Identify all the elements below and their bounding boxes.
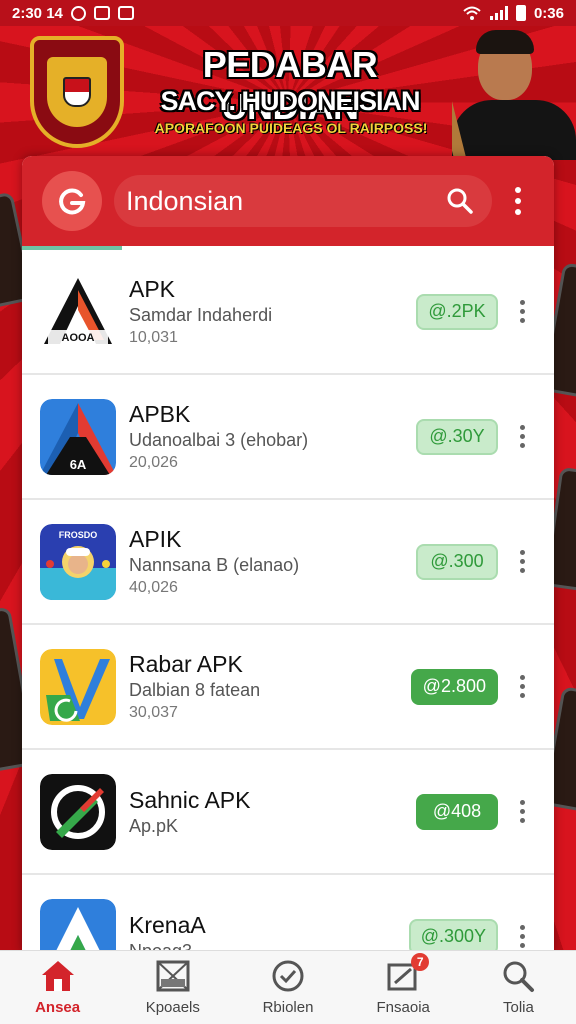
- apik-character-icon: FROSDO: [40, 523, 116, 600]
- krena-a-icon: [40, 898, 116, 952]
- banner-subtitle: SACY. HUDONEISIAN: [160, 86, 420, 116]
- nav-item-kpoaels[interactable]: Kpoaels: [115, 951, 230, 1024]
- nav-label: Kpoaels: [145, 999, 200, 1016]
- wifi-icon: [463, 6, 481, 20]
- app-count: 10,031: [129, 328, 178, 346]
- row-menu-icon[interactable]: [508, 794, 536, 830]
- notification-icon: [93, 6, 110, 20]
- list-item[interactable]: KrenaA Npoag3 @.300Y: [22, 875, 554, 952]
- overflow-menu-icon[interactable]: [498, 176, 538, 226]
- nav-label: Ansea: [35, 999, 81, 1016]
- status-time: 2:30 14: [12, 4, 63, 22]
- app-name: Rabar APK: [129, 650, 243, 677]
- row-menu-icon[interactable]: [508, 669, 536, 705]
- app-name: APBK: [129, 400, 191, 427]
- app-subtitle: Ap.pK: [129, 815, 179, 836]
- alarm-icon: [70, 5, 86, 21]
- edit-note-icon: 7: [385, 953, 430, 993]
- apk-red-a-icon: AOOA: [40, 273, 116, 350]
- app-store-panel: Indonsian AOOA APK Samdar Indaherdi 10,0…: [22, 156, 554, 952]
- app-subtitle: Nannsana B (elanao): [129, 554, 300, 575]
- notification-badge: 7: [411, 953, 430, 971]
- row-menu-icon[interactable]: [508, 919, 536, 953]
- apbk-blue-a-icon: 6A: [40, 398, 116, 475]
- app-count: 40,026: [129, 578, 178, 596]
- price-button[interactable]: @.300: [416, 543, 498, 580]
- app-list: AOOA APK Samdar Indaherdi 10,031 @.2PK 6…: [22, 250, 554, 952]
- battery-icon: [515, 5, 526, 21]
- svg-text:AOOA: AOOA: [62, 332, 95, 344]
- nav-label: Rbiolen: [262, 999, 314, 1016]
- bottom-navigation: Ansea Kpoaels Rbiolen 7 Fnsaoia Tolia: [0, 950, 576, 1024]
- price-button[interactable]: @.2PK: [416, 293, 498, 330]
- list-item[interactable]: 6A APBK Udanoalbai 3 (ehobar) 20,026 @.3…: [22, 375, 554, 500]
- app-name: KrenaA: [129, 911, 206, 938]
- sahnic-apk-icon: [40, 773, 116, 850]
- list-item[interactable]: Sahnic APK Ap.pK @408: [22, 750, 554, 875]
- app-subtitle: Udanoalbai 3 (ehobar): [129, 429, 309, 450]
- app-count: 20,026: [129, 453, 178, 471]
- app-name: APIK: [129, 525, 182, 552]
- promo-banner[interactable]: PEDABAR UNDIAN SACY. HUDONEISIAN APORAFO…: [0, 26, 576, 160]
- signal-icon: [489, 6, 508, 20]
- presenter-image: [452, 26, 576, 160]
- search-query: Indonsian: [126, 185, 244, 216]
- rabar-apk-icon: [40, 648, 116, 725]
- svg-text:6A: 6A: [70, 457, 87, 472]
- app-name: APK: [129, 275, 176, 302]
- home-icon: [41, 961, 74, 991]
- row-menu-icon[interactable]: [508, 419, 536, 455]
- store-logo-icon[interactable]: [42, 171, 102, 231]
- nav-item-rbiolen[interactable]: Rbiolen: [230, 951, 345, 1024]
- app-count: 30,037: [129, 703, 178, 721]
- picture-frame-icon: [156, 960, 190, 992]
- search-input[interactable]: Indonsian: [114, 175, 492, 227]
- nav-item-tolia[interactable]: Tolia: [461, 951, 576, 1024]
- list-item[interactable]: FROSDO APIK Nannsana B (elanao) 40,026 @…: [22, 500, 554, 625]
- app-subtitle: Dalbian 8 fatean: [129, 679, 261, 700]
- row-menu-icon[interactable]: [508, 294, 536, 330]
- price-button[interactable]: @.30Y: [416, 418, 498, 455]
- nav-label: Tolia: [502, 999, 534, 1016]
- svg-text:FROSDO: FROSDO: [59, 530, 98, 540]
- status-clock: 0:36: [533, 4, 564, 22]
- status-bar: 2:30 14 0:36: [0, 0, 576, 26]
- list-item[interactable]: Rabar APK Dalbian 8 fatean 30,037 @2.800: [22, 625, 554, 750]
- search-header: Indonsian: [22, 156, 554, 250]
- gallery-icon: [117, 6, 134, 20]
- search-icon: [503, 961, 535, 992]
- garuda-emblem-icon: [30, 36, 124, 148]
- row-menu-icon[interactable]: [508, 544, 536, 580]
- price-button[interactable]: @2.800: [410, 668, 498, 705]
- nav-label: Fnsaoia: [376, 999, 430, 1016]
- list-item[interactable]: AOOA APK Samdar Indaherdi 10,031 @.2PK: [22, 250, 554, 375]
- banner-tagline: APORAFOON PUIDEAGS OL RAIRPOSS!: [154, 120, 428, 136]
- search-icon[interactable]: [440, 181, 480, 221]
- price-button[interactable]: @.300Y: [408, 918, 498, 952]
- app-subtitle: Samdar Indaherdi: [129, 304, 273, 325]
- price-button[interactable]: @408: [416, 793, 498, 830]
- check-circle-icon: [272, 960, 304, 992]
- app-name: Sahnic APK: [129, 786, 251, 813]
- nav-item-home[interactable]: Ansea: [0, 951, 115, 1024]
- nav-item-fnsaoia[interactable]: 7 Fnsaoia: [346, 951, 461, 1024]
